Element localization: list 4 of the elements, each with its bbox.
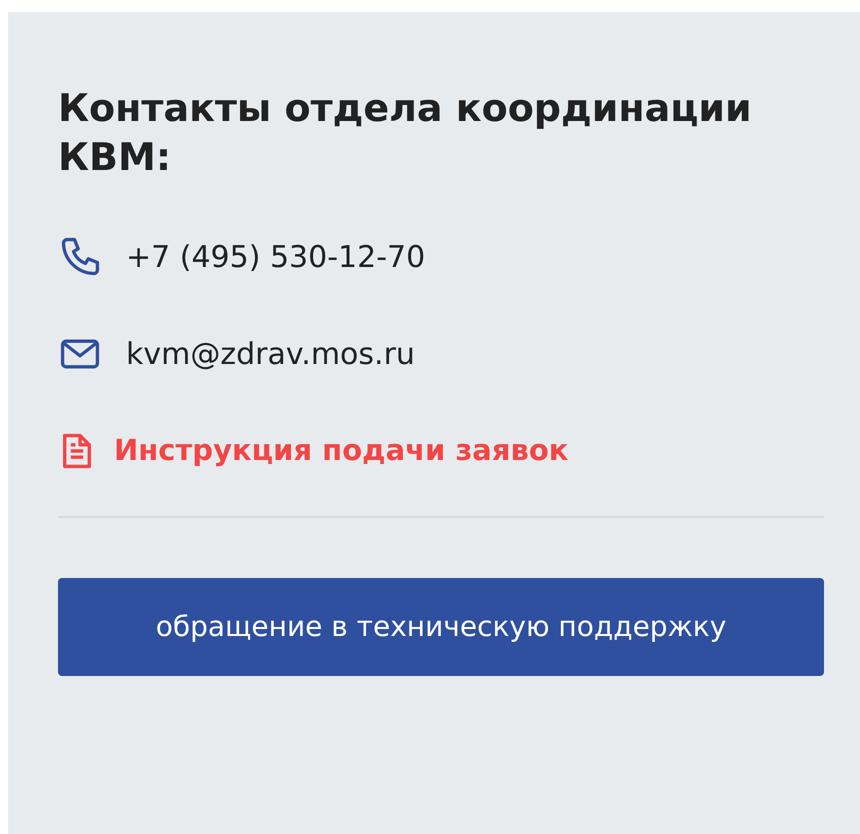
support-button[interactable]: обращение в техническую поддержку [58,578,824,676]
email-text: kvm@zdrav.mos.ru [126,336,415,374]
phone-text: +7 (495) 530-12-70 [126,238,426,277]
contacts-title: Контакты отдела координации КВМ: [58,85,753,182]
